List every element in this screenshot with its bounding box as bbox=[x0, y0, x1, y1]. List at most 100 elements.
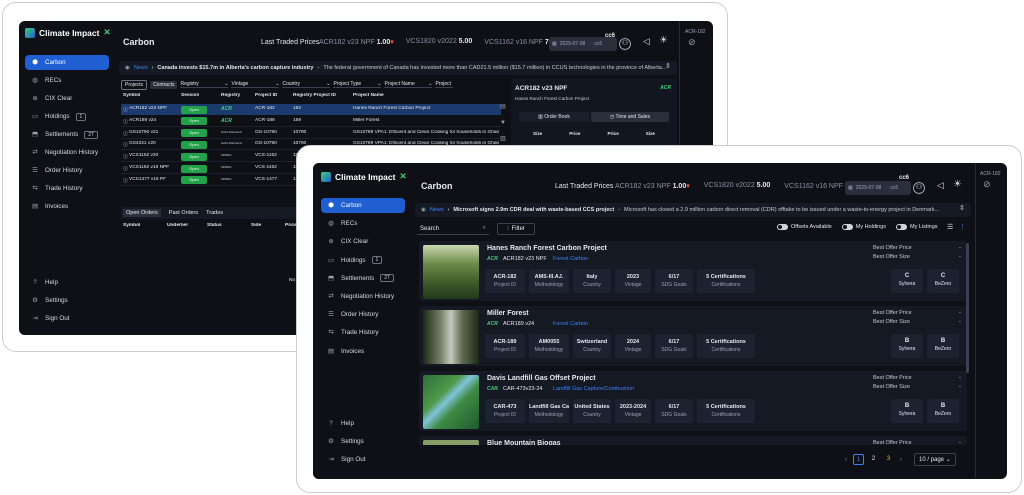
project-card[interactable]: Miller Forest ACR ACR189 v24 Forest Carbon B… bbox=[419, 306, 967, 366]
filter-dropdown[interactable]: Registry ⌄ bbox=[180, 81, 229, 88]
sidebar-item-invoices[interactable]: ▤ Invoices bbox=[321, 344, 405, 359]
table-row[interactable]: ⓘ ACR189 v24 Open ACR ACR-189 189 Miller Fores… bbox=[121, 116, 501, 127]
news-expand-icon[interactable]: ⇳ bbox=[665, 62, 671, 70]
user-avatar-icon[interactable]: ⚇ bbox=[913, 182, 925, 194]
sidebar-item-trade-history[interactable]: ⇆ Trade History bbox=[321, 325, 405, 340]
time-sales-tab[interactable]: ◷ Time and Sales bbox=[591, 112, 669, 122]
column-header[interactable]: Status bbox=[207, 223, 222, 228]
search-box[interactable]: Search ⌕ bbox=[417, 223, 489, 235]
sidebar-item-invoices[interactable]: ▤ Invoices bbox=[25, 199, 109, 214]
grid-view-icon[interactable]: ⋮ bbox=[959, 223, 966, 231]
project-title[interactable]: Davis Landfill Gas Offset Project bbox=[487, 375, 596, 382]
filter-dropdown[interactable]: Country ⌄ bbox=[282, 81, 331, 88]
sidebar-item-carbon[interactable]: ⬢ Carbon bbox=[321, 198, 405, 213]
order-book-tab[interactable]: ▥ Order Book bbox=[519, 112, 589, 122]
sidebar-item-carbon[interactable]: ⬢ Carbon bbox=[25, 55, 109, 70]
sidebar-item-settlements[interactable]: ⬒ Settlements 27 bbox=[25, 127, 109, 142]
column-header[interactable]: Project Name bbox=[353, 93, 384, 98]
toggle-switch[interactable]: My Holdings bbox=[841, 224, 886, 230]
sidebar-item-order-history[interactable]: ☰ Order History bbox=[321, 307, 405, 322]
theme-sun-icon[interactable]: ☀ bbox=[659, 35, 668, 46]
sidebar-item-recs[interactable]: ◍ RECs bbox=[25, 73, 109, 88]
sidebar-item-trade-history[interactable]: ⇆ Trade History bbox=[25, 181, 109, 196]
back-news-bar[interactable]: ◉ News › Canada invests $15.7m in Alberta… bbox=[119, 61, 677, 75]
scrollbar[interactable] bbox=[966, 243, 969, 373]
no-signal-icon[interactable]: ⊘ bbox=[688, 37, 696, 48]
price-item[interactable]: ACR182 v23 NPF 1.00▾ bbox=[615, 182, 690, 190]
help-icon: ? bbox=[329, 420, 333, 427]
project-card[interactable]: Blue Mountain BiogasBest Offer PriceBest… bbox=[419, 436, 967, 445]
rating-box[interactable]: C BeZero bbox=[927, 269, 959, 293]
column-header[interactable]: Symbol bbox=[123, 223, 140, 228]
table-settings-icon[interactable]: ▤ bbox=[499, 99, 507, 115]
column-header[interactable]: Side bbox=[251, 223, 261, 228]
list-view-icon[interactable]: ☰ bbox=[947, 223, 953, 231]
rating-box[interactable]: B Sylvera bbox=[891, 334, 923, 358]
price-item[interactable]: VCS1820 v2022 5.00 bbox=[704, 182, 771, 190]
user-avatar-icon[interactable]: ⚇ bbox=[619, 38, 631, 50]
sidebar-item-sign-out[interactable]: ⇥ Sign Out bbox=[321, 452, 405, 467]
sidebar-item-settings[interactable]: ⚙ Settings bbox=[321, 434, 405, 449]
table-filter-icon[interactable]: ▼ bbox=[499, 115, 507, 131]
sidebar-item-holdings[interactable]: ▭ Holdings 1 bbox=[25, 109, 109, 124]
rating-box[interactable]: C Sylvera bbox=[891, 269, 923, 293]
sidebar-item-negotiation-history[interactable]: ⇄ Negotiation History bbox=[25, 145, 109, 160]
sidebar-item-cix-clear[interactable]: ⊕ CIX Clear bbox=[321, 234, 405, 249]
rating-box[interactable]: B BeZero bbox=[927, 334, 959, 358]
news-expand-icon[interactable]: ⇳ bbox=[959, 204, 965, 212]
column-header[interactable]: Session bbox=[181, 93, 199, 98]
tab-trades[interactable]: Trades bbox=[206, 210, 223, 216]
sidebar-item-help[interactable]: ? Help bbox=[25, 275, 109, 290]
filter-dropdown[interactable]: Vintage ⌄ bbox=[231, 81, 280, 88]
tab-open-orders[interactable]: Open Orders bbox=[123, 209, 161, 217]
project-card[interactable]: Davis Landfill Gas Offset Project CAR CAR-… bbox=[419, 371, 967, 431]
project-title[interactable]: Blue Mountain Biogas bbox=[487, 440, 561, 445]
tab-projects[interactable]: Projects bbox=[121, 79, 148, 90]
next-page-icon[interactable]: › bbox=[900, 457, 902, 463]
prev-page-icon[interactable]: ‹ bbox=[845, 457, 847, 463]
column-header[interactable]: Project ID bbox=[255, 93, 277, 98]
column-header[interactable]: Registry Project ID bbox=[293, 93, 336, 98]
sidebar-item-order-history[interactable]: ☰ Order History bbox=[25, 163, 109, 178]
filter-dropdown[interactable]: Project Type ⌄ bbox=[333, 81, 382, 88]
column-header: Size bbox=[645, 131, 655, 136]
sidebar-item-recs[interactable]: ◍ RECs bbox=[321, 216, 405, 231]
column-header[interactable]: Price bbox=[285, 223, 297, 228]
project-title[interactable]: Miller Forest bbox=[487, 310, 529, 317]
column-header[interactable]: Underlier bbox=[167, 223, 188, 228]
table-row[interactable]: ⓘ GS10790 v21 Open Gold Standard GS-10790 107… bbox=[121, 128, 501, 139]
sidebar-item-cix-clear[interactable]: ⊕ CIX Clear bbox=[25, 91, 109, 106]
filter-button[interactable]: ⫶ Filter bbox=[497, 223, 535, 235]
tab-past-orders[interactable]: Past Orders bbox=[169, 210, 198, 216]
theme-sun-icon[interactable]: ☀ bbox=[953, 179, 962, 190]
sidebar-item-negotiation-history[interactable]: ⇄ Negotiation History bbox=[321, 289, 405, 304]
megaphone-icon[interactable]: ◁ bbox=[643, 36, 650, 47]
sidebar-item-holdings[interactable]: ▭ Holdings 1 bbox=[321, 253, 405, 268]
page-size-select[interactable]: 10 / page ⌄ bbox=[914, 453, 956, 466]
table-row[interactable]: ⓘ ACR182 v23 NPF Open ACR ACR-182 182 Hanes Ra… bbox=[121, 104, 501, 115]
page-button[interactable]: 2 bbox=[868, 454, 879, 465]
page-button[interactable]: 1 bbox=[853, 454, 864, 465]
megaphone-icon[interactable]: ◁ bbox=[937, 180, 944, 191]
filter-dropdown[interactable]: Project Name ⌄ bbox=[384, 81, 433, 88]
sidebar-item-settings[interactable]: ⚙ Settings bbox=[25, 293, 109, 308]
info-icon: ⓘ bbox=[123, 155, 128, 161]
toggle-switch[interactable]: My Listings bbox=[896, 224, 938, 230]
project-title[interactable]: Hanes Ranch Forest Carbon Project bbox=[487, 245, 607, 252]
column-header[interactable]: Registry bbox=[221, 93, 240, 98]
column-header[interactable]: Symbol bbox=[123, 93, 140, 98]
filter-dropdown[interactable]: Project bbox=[435, 81, 454, 88]
front-news-bar[interactable]: ◉ News › Microsoft signs 2.9m CDR deal wi… bbox=[415, 203, 971, 217]
sidebar-item-settlements[interactable]: ⬒ Settlements 27 bbox=[321, 271, 405, 286]
sidebar-item-sign-out[interactable]: ⇥ Sign Out bbox=[25, 311, 109, 326]
rating-box[interactable]: B BeZero bbox=[927, 399, 959, 423]
tab-contracts[interactable]: Contracts bbox=[150, 80, 178, 89]
price-item[interactable]: VCS1820 v2022 5.00 bbox=[406, 38, 473, 46]
price-item[interactable]: ACR182 v23 NPF 1.00▾ bbox=[319, 38, 394, 46]
sidebar-item-help[interactable]: ? Help bbox=[321, 416, 405, 431]
project-card[interactable]: Hanes Ranch Forest Carbon Project ACR ACR1… bbox=[419, 241, 967, 301]
rating-box[interactable]: B Sylvera bbox=[891, 399, 923, 423]
toggle-switch[interactable]: Offsets Available bbox=[777, 224, 832, 230]
no-signal-icon[interactable]: ⊘ bbox=[983, 179, 991, 190]
page-button[interactable]: 3 bbox=[883, 454, 894, 465]
